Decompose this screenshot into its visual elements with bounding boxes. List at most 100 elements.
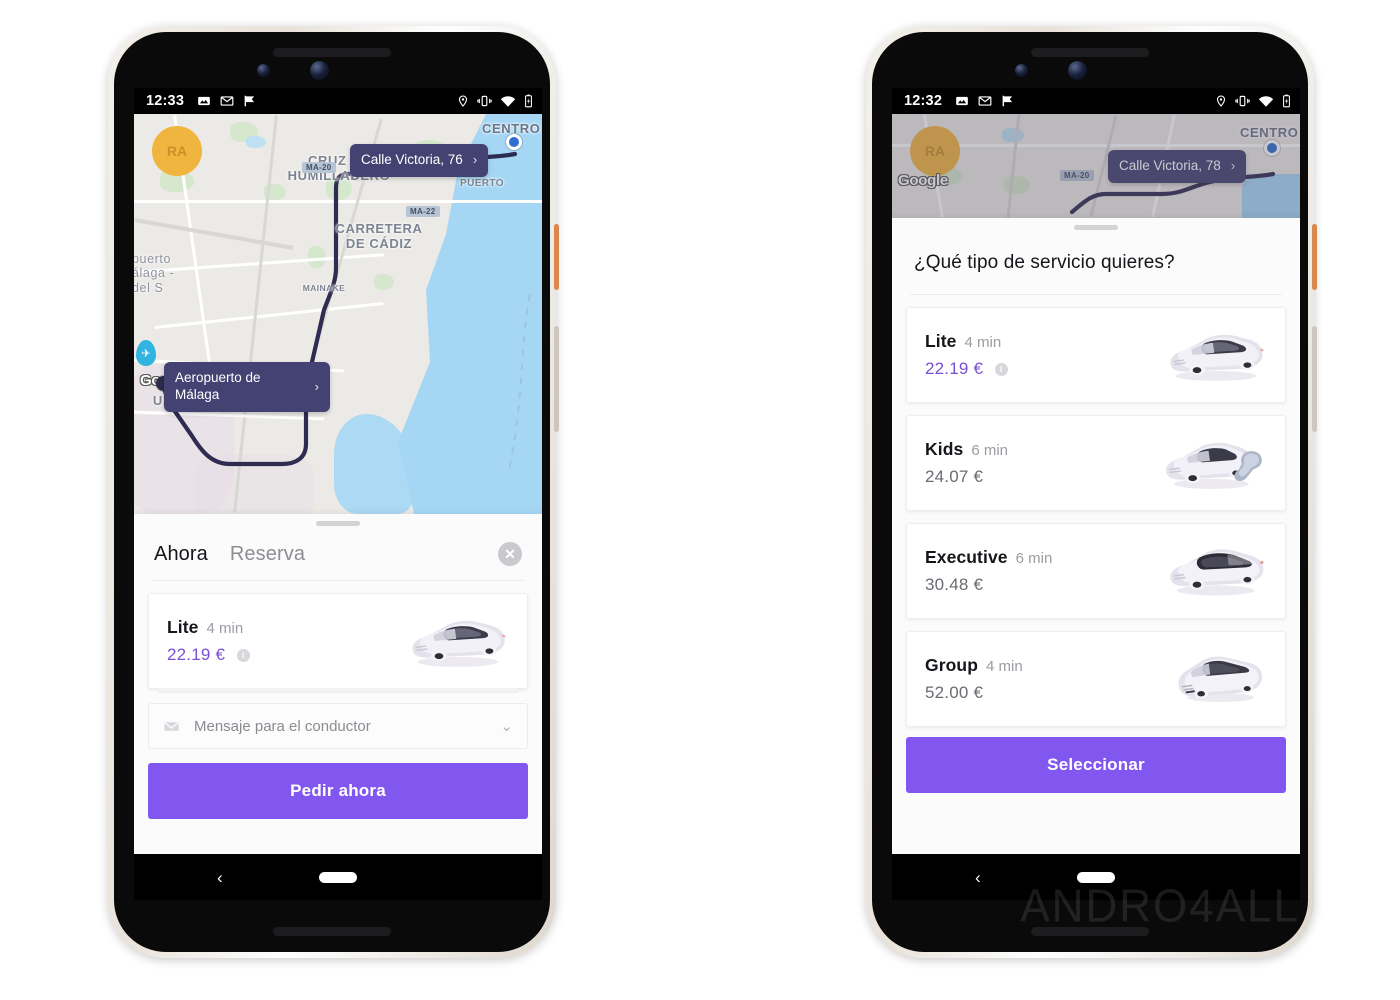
- service-card-lite[interactable]: Lite 4 min 22.19 € i: [906, 307, 1286, 403]
- bottom-sheet-right: ¿Qué tipo de servicio quieres? Lite 4 mi…: [892, 218, 1300, 854]
- service-card-info: Lite 4 min 22.19 € i: [167, 617, 250, 665]
- user-avatar-badge[interactable]: RA: [152, 126, 202, 176]
- screenshot-stage: 12:33 CENTRO CRUZ HUMILLADERO PUERTO CAR…: [0, 0, 1400, 1000]
- price-info-icon[interactable]: i: [994, 363, 1008, 377]
- earpiece-speaker-icon: [1031, 48, 1149, 57]
- service-card-info: Lite 4 min 22.19 € i: [925, 331, 1008, 379]
- airport-pin-icon: ✈: [136, 340, 156, 366]
- tab-reserva[interactable]: Reserva: [230, 543, 305, 566]
- status-bar-right: 12:32: [892, 88, 1300, 114]
- sheet-header-tabs: Ahora Reserva ✕: [134, 526, 542, 580]
- service-eta: 6 min: [971, 442, 1009, 459]
- front-camera-icon: [1015, 64, 1028, 77]
- nav-back-button[interactable]: ‹: [217, 869, 223, 886]
- vibrate-icon: [477, 95, 492, 107]
- service-list: Lite 4 min 22.19 € i Kids 6 min 24.07 € …: [892, 295, 1300, 727]
- origin-callout[interactable]: Aeropuerto de Málaga ›: [164, 362, 330, 412]
- service-eta: 6 min: [1015, 550, 1053, 567]
- select-button[interactable]: Seleccionar: [906, 737, 1286, 793]
- chevron-right-icon: ›: [472, 152, 478, 168]
- gmail-icon: [978, 96, 992, 106]
- map-label-aeropuerto-faint: puerto álaga - del S: [134, 252, 175, 295]
- driver-message-placeholder: Mensaje para el conductor: [194, 717, 371, 735]
- sheet-title: ¿Qué tipo de servicio quieres?: [914, 252, 1175, 273]
- van-icon: [1178, 656, 1263, 703]
- destination-callout[interactable]: Calle Victoria, 76 ›: [350, 144, 489, 177]
- close-button[interactable]: ✕: [498, 542, 522, 566]
- selected-service-card-wrap: Lite 4 min 22.19 € i: [134, 581, 542, 693]
- service-price: 30.48 €: [925, 575, 984, 594]
- screen-left: 12:33 CENTRO CRUZ HUMILLADERO PUERTO CAR…: [134, 88, 542, 900]
- service-card-lite[interactable]: Lite 4 min 22.19 € i: [148, 593, 528, 693]
- service-name: Kids: [925, 439, 964, 459]
- service-price: 22.19 €: [925, 359, 984, 378]
- order-now-button[interactable]: Pedir ahora: [148, 763, 528, 819]
- service-card-group[interactable]: Group 4 min 52.00 €: [906, 631, 1286, 727]
- image-icon: [198, 96, 210, 106]
- sedan-childseat-icon: [1166, 442, 1262, 489]
- bottom-speaker-icon: [1031, 927, 1149, 936]
- service-price: 22.19 €: [167, 645, 226, 664]
- service-name: Executive: [925, 547, 1008, 567]
- service-name: Lite: [167, 617, 199, 637]
- battery-icon: [1283, 94, 1290, 108]
- service-name: Lite: [925, 331, 957, 351]
- service-price-row: 22.19 € i: [925, 359, 1008, 379]
- app-content-left: CENTRO CRUZ DE HUMILLADERO PUERTO CARRET…: [134, 114, 542, 900]
- nav-home-pill[interactable]: [1077, 871, 1115, 883]
- map-label-carretera-cadiz: CARRETERA DE CÁDIZ: [335, 221, 423, 251]
- origin-callout-label: Aeropuerto de Málaga: [175, 370, 261, 402]
- android-nav-bar-left: ‹: [134, 854, 542, 900]
- service-eta: 4 min: [206, 620, 244, 637]
- volume-rocker-right[interactable]: [1312, 326, 1317, 432]
- chevron-down-icon[interactable]: ⌄: [500, 717, 513, 735]
- map-label-mainake: MAINAKE: [302, 283, 346, 293]
- volume-rocker-left[interactable]: [554, 326, 559, 432]
- map-dashed-route: [507, 294, 531, 475]
- power-button-left[interactable]: [554, 224, 559, 290]
- service-price-row: 30.48 €: [925, 575, 1052, 595]
- chevron-right-icon: ›: [314, 378, 319, 394]
- driver-message-field[interactable]: Mensaje para el conductor ⌄: [148, 703, 528, 749]
- flag-icon: [1002, 95, 1013, 107]
- battery-icon: [525, 94, 532, 108]
- service-card-kids[interactable]: Kids 6 min 24.07 €: [906, 415, 1286, 511]
- map-view-left[interactable]: CENTRO CRUZ DE HUMILLADERO PUERTO CARRET…: [134, 114, 542, 514]
- price-info-icon[interactable]: i: [236, 649, 250, 663]
- bottom-speaker-icon: [273, 927, 391, 936]
- destination-callout-label: Calle Victoria, 76: [361, 152, 463, 167]
- service-card-executive[interactable]: Executive 6 min 30.48 €: [906, 523, 1286, 619]
- service-price: 24.07 €: [925, 467, 984, 486]
- service-name-row: Lite 4 min: [167, 617, 250, 638]
- location-icon: [458, 95, 468, 107]
- service-name: Group: [925, 655, 978, 675]
- wifi-icon: [1258, 95, 1274, 107]
- map-view-right[interactable]: CENTRO MA-20 RA Google Calle Victoria, 7…: [892, 114, 1300, 218]
- service-name-row: Lite 4 min: [925, 331, 1008, 352]
- service-card-info: Kids 6 min 24.07 €: [925, 439, 1008, 487]
- earpiece-speaker-icon: [273, 48, 391, 57]
- status-system-icons: [1215, 94, 1291, 108]
- service-card-info: Executive 6 min 30.48 €: [925, 547, 1052, 595]
- android-nav-bar-right: ‹: [892, 854, 1300, 900]
- service-eta: 4 min: [964, 334, 1002, 351]
- service-name-row: Kids 6 min: [925, 439, 1008, 460]
- tab-ahora[interactable]: Ahora: [154, 543, 208, 566]
- app-content-right: CENTRO MA-20 RA Google Calle Victoria, 7…: [892, 114, 1300, 900]
- status-time: 12:32: [904, 93, 943, 109]
- nav-back-button[interactable]: ‹: [975, 869, 981, 886]
- service-price-row: 52.00 €: [925, 683, 1023, 703]
- sedan-icon: [412, 620, 506, 667]
- card-stack-shadow: [157, 688, 519, 693]
- front-camera-secondary-icon: [1068, 61, 1087, 80]
- nav-home-pill[interactable]: [319, 871, 357, 883]
- status-bar-left: 12:33: [134, 88, 542, 114]
- map-highway-ma20: MA-20: [302, 162, 336, 173]
- status-system-icons: [457, 94, 533, 108]
- bottom-sheet-left: Ahora Reserva ✕ Lite 4 min 22.19 € i Men…: [134, 514, 542, 854]
- status-time: 12:33: [146, 93, 185, 109]
- power-button-right[interactable]: [1312, 224, 1317, 290]
- vibrate-icon: [1235, 95, 1250, 107]
- service-card-info: Group 4 min 52.00 €: [925, 655, 1023, 703]
- destination-marker[interactable]: [506, 134, 522, 150]
